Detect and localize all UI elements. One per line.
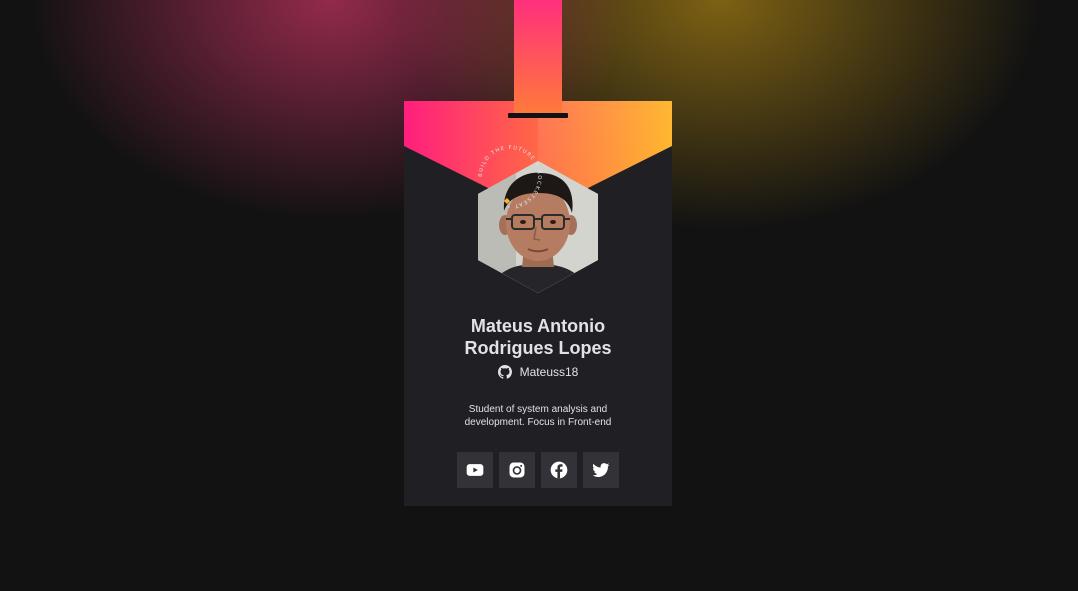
social-links [457,452,619,488]
rocketseat-seal-icon: BUILD THE FUTURE • ROCKETSEAT • [478,145,542,209]
github-username: Mateuss18 [519,365,579,379]
profile-name: Mateus Antonio Rodrigues Lopes [464,316,612,358]
twitter-button[interactable] [583,452,619,488]
instagram-icon [509,462,525,478]
svg-text:BUILD THE FUTURE • ROCKETSEAT: BUILD THE FUTURE • ROCKETSEAT • [478,145,542,209]
youtube-button[interactable] [457,452,493,488]
badge-card: BUILD THE FUTURE • ROCKETSEAT • Mateus A… [404,101,672,506]
github-icon [497,365,512,379]
facebook-icon [550,461,568,479]
youtube-icon [466,464,484,476]
page-background: BUILD THE FUTURE • ROCKETSEAT • Mateus A… [0,0,1078,591]
instagram-button[interactable] [499,452,535,488]
lanyard-clip [508,113,568,118]
lanyard-strap [514,0,562,114]
profile-info: Mateus Antonio Rodrigues Lopes Mateuss18… [404,315,672,429]
facebook-button[interactable] [541,452,577,488]
github-handle[interactable]: Mateuss18 [404,364,672,380]
seal-text: BUILD THE FUTURE • ROCKETSEAT • [478,145,541,209]
profile-bio: Student of system analysis and developme… [464,404,612,428]
twitter-icon [592,463,610,477]
